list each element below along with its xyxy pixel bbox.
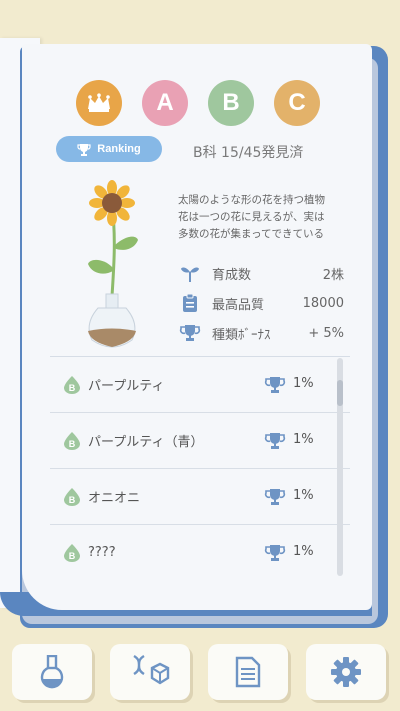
list-item-percent: 1%	[293, 544, 314, 559]
bottom-nav	[12, 644, 388, 700]
stat-label: 最高品質	[212, 297, 265, 313]
trophy-icon	[178, 323, 202, 343]
sprout-icon	[178, 263, 202, 283]
list-item[interactable]: B パープルティ（青） 1%	[50, 413, 350, 469]
ranking-label: Ranking	[97, 143, 141, 155]
grade-b-icon: B	[64, 375, 80, 394]
description-line: 花は一つの花に見えるが、実は	[178, 211, 325, 223]
grade-badges: A B C	[76, 80, 320, 126]
plant-list[interactable]: B パープルティ 1% B パープルティ（青） 1% B オニオニ 1% B ?…	[50, 356, 350, 578]
flask-icon	[40, 655, 64, 689]
svg-text:B: B	[69, 439, 76, 449]
clipboard-icon	[178, 293, 202, 313]
plant-description: 太陽のような形の花を持つ植物 花は一つの花に見えるが、実は 多数の花が集まってで…	[178, 192, 378, 243]
gear-icon	[331, 657, 361, 687]
stat-max-quality: 最高品質 18000	[178, 288, 348, 318]
sunflower-vase-image	[88, 180, 138, 348]
stat-value: + 5%	[308, 325, 344, 341]
trophy-icon	[77, 143, 91, 156]
settings-button[interactable]	[306, 644, 386, 700]
trophy-icon	[264, 433, 286, 449]
dna-gem-button[interactable]	[110, 644, 190, 700]
crown-icon	[88, 93, 110, 112]
trophy-icon	[264, 377, 286, 393]
stat-value: 2株	[322, 267, 344, 283]
document-icon	[235, 656, 261, 688]
grade-b-icon: B	[64, 543, 80, 562]
stat-value: 18000	[302, 295, 344, 311]
discovered-count: B科 15/45発見済	[193, 145, 304, 161]
flask-button[interactable]	[12, 644, 92, 700]
ranking-button[interactable]: Ranking	[56, 136, 162, 162]
description-line: 太陽のような形の花を持つ植物	[178, 194, 325, 206]
crown-badge-button[interactable]	[76, 80, 122, 126]
trophy-icon	[264, 489, 286, 505]
svg-text:B: B	[69, 383, 76, 393]
svg-text:B: B	[69, 495, 76, 505]
stat-grow-count: 育成数 2株	[178, 258, 348, 288]
list-item[interactable]: B ???? 1%	[50, 525, 350, 578]
document-button[interactable]	[208, 644, 288, 700]
stat-label: 育成数	[212, 267, 252, 283]
grade-c-button[interactable]: C	[274, 80, 320, 126]
list-item-percent: 1%	[293, 432, 314, 447]
list-item-percent: 1%	[293, 488, 314, 503]
list-scrollbar-thumb[interactable]	[337, 380, 343, 406]
trophy-icon	[264, 545, 286, 561]
dna-gem-icon	[133, 654, 170, 685]
list-item[interactable]: B パープルティ 1%	[50, 357, 350, 413]
grade-b-icon: B	[64, 431, 80, 450]
grade-b-button[interactable]: B	[208, 80, 254, 126]
stat-type-bonus: 種類ﾎﾞｰﾅｽ + 5%	[178, 318, 348, 348]
plant-stats: 育成数 2株 最高品質 18000 種類ﾎﾞｰﾅｽ + 5%	[178, 258, 348, 348]
grade-a-button[interactable]: A	[142, 80, 188, 126]
list-item[interactable]: B オニオニ 1%	[50, 469, 350, 525]
svg-text:B: B	[69, 551, 76, 561]
stat-label: 種類ﾎﾞｰﾅｽ	[212, 327, 271, 343]
list-item-percent: 1%	[293, 376, 314, 391]
description-line: 多数の花が集まってできている	[178, 228, 325, 240]
grade-b-icon: B	[64, 487, 80, 506]
